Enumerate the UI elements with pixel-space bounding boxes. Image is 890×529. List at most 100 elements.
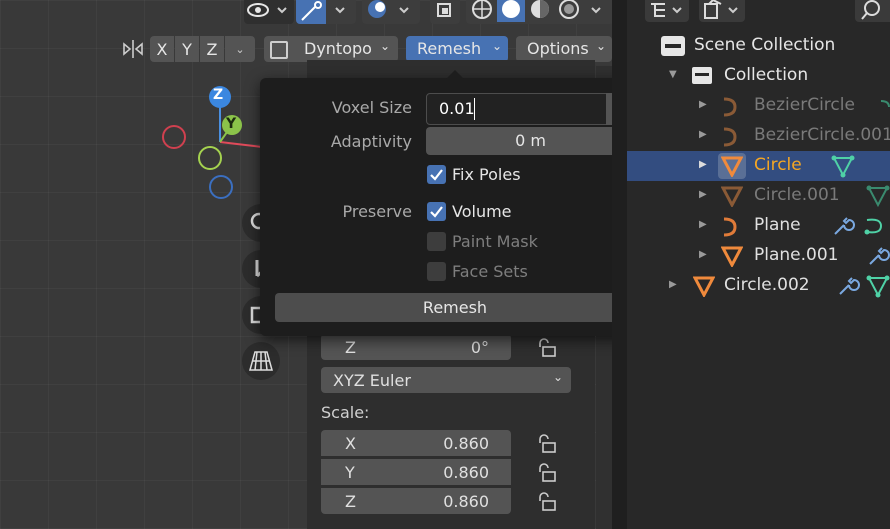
- volume-checkbox[interactable]: [427, 202, 446, 221]
- outliner-item-plane-001[interactable]: ▶ Plane.001: [627, 241, 890, 271]
- shading-modes[interactable]: [466, 0, 614, 24]
- navigation-gizmo[interactable]: [150, 80, 270, 210]
- grid-icon: [249, 351, 273, 371]
- search-icon: [861, 0, 880, 20]
- chevron-down-icon: ⌄: [235, 42, 245, 56]
- xray-icon: [437, 3, 451, 17]
- adaptivity-value: 0 m: [515, 131, 546, 150]
- lock-icon[interactable]: [537, 463, 557, 485]
- chevron-down-icon: ⌄: [552, 370, 563, 384]
- chevron-down-icon: ⌄: [596, 39, 607, 53]
- expand-triangle-icon[interactable]: ▶: [669, 279, 677, 290]
- expand-triangle-icon[interactable]: ▶: [699, 249, 707, 260]
- paint-mask-label: Paint Mask: [452, 232, 538, 251]
- adaptivity-slider[interactable]: 0 m: [426, 127, 635, 155]
- mesh-icon: [721, 156, 743, 177]
- expand-triangle-icon[interactable]: ▶: [699, 219, 707, 230]
- collection-row[interactable]: ▼ Collection: [627, 61, 890, 91]
- volume-label: Volume: [452, 202, 512, 221]
- lock-icon[interactable]: [537, 434, 557, 456]
- voxel-size-label: Voxel Size: [331, 98, 412, 117]
- outliner-item-label: BezierCircle: [754, 95, 855, 115]
- scale-y-value: 0.860: [443, 463, 489, 482]
- outliner-item-beziercircle[interactable]: ▶ BezierCircle: [627, 91, 890, 121]
- mesh-data-icon[interactable]: [831, 154, 855, 178]
- perspective-toggle-button[interactable]: [242, 342, 280, 380]
- dyntopo-button[interactable]: Dyntopo ⌄: [264, 36, 398, 62]
- xray-toggle[interactable]: [430, 0, 460, 24]
- overlay-toggle[interactable]: [362, 0, 420, 24]
- search-button[interactable]: [855, 0, 890, 22]
- preserve-label: Preserve: [342, 202, 412, 221]
- wrench-icon[interactable]: [836, 274, 860, 298]
- expand-triangle-icon[interactable]: ▼: [669, 69, 677, 80]
- visibility-dropdown[interactable]: [244, 0, 294, 24]
- outliner-item-label: Circle.002: [724, 275, 810, 295]
- gizmo-z-label: Z: [213, 87, 224, 103]
- scale-y-label: Y: [345, 463, 355, 482]
- text-cursor: [474, 98, 475, 120]
- symmetry-dropdown[interactable]: ⌄: [225, 36, 255, 62]
- collection-label: Collection: [724, 65, 809, 85]
- rotation-mode-value: XYZ Euler: [333, 371, 411, 390]
- adaptivity-label: Adaptivity: [330, 132, 412, 151]
- dyntopo-checkbox[interactable]: [270, 41, 288, 59]
- gizmo-toggle[interactable]: [296, 0, 358, 24]
- expand-triangle-icon[interactable]: ▶: [699, 129, 707, 140]
- scale-heading: Scale:: [321, 403, 370, 422]
- face-sets-checkbox[interactable]: [427, 262, 446, 281]
- options-menu-button[interactable]: Options ⌄: [516, 36, 612, 62]
- remesh-menu-button[interactable]: Remesh ⌄: [406, 36, 508, 62]
- outliner-item-label: Circle.001: [754, 185, 840, 205]
- outliner-item-circle-002[interactable]: ▶ Circle.002: [627, 271, 890, 301]
- remesh-button[interactable]: Remesh: [275, 293, 635, 322]
- filter-dropdown[interactable]: [699, 0, 745, 22]
- fix-poles-checkbox[interactable]: [427, 165, 446, 184]
- expand-triangle-icon[interactable]: ▶: [699, 159, 707, 170]
- mesh-data-icon[interactable]: [866, 184, 890, 208]
- mesh-icon: [693, 276, 715, 297]
- scene-collection-row[interactable]: Scene Collection: [627, 31, 890, 61]
- outliner-item-beziercircle-001[interactable]: ▶ BezierCircle.001: [627, 121, 890, 151]
- voxel-size-input[interactable]: 0.01: [426, 93, 608, 125]
- lock-icon[interactable]: [537, 492, 557, 514]
- symmetry-x-button[interactable]: X: [150, 36, 174, 62]
- symmetry-y-button[interactable]: Y: [175, 36, 199, 62]
- curve-data-icon[interactable]: [861, 214, 887, 238]
- scale-x-value: 0.860: [443, 434, 489, 453]
- face-sets-label: Face Sets: [452, 262, 528, 281]
- expand-triangle-icon[interactable]: ▶: [699, 189, 707, 200]
- eye-icon: [247, 3, 287, 17]
- rotation-mode-select[interactable]: XYZ Euler ⌄: [321, 367, 571, 393]
- gizmo-y-label: Y: [226, 116, 237, 132]
- symmetry-z-button[interactable]: Z: [200, 36, 224, 62]
- scale-z-field[interactable]: Z 0.860: [321, 488, 511, 514]
- display-mode-dropdown[interactable]: [645, 0, 689, 22]
- lock-icon[interactable]: [537, 338, 557, 360]
- curve-icon: [723, 97, 737, 117]
- scale-x-field[interactable]: X 0.860: [321, 430, 511, 456]
- paint-mask-checkbox[interactable]: [427, 232, 446, 251]
- wrench-icon[interactable]: [831, 214, 855, 238]
- outliner-item-plane[interactable]: ▶ Plane: [627, 211, 890, 241]
- curve-data-icon[interactable]: [879, 97, 890, 115]
- area-divider[interactable]: [612, 0, 627, 529]
- collection-icon: [692, 67, 712, 84]
- remesh-button-label: Remesh: [422, 298, 488, 317]
- scale-y-field[interactable]: Y 0.860: [321, 459, 511, 485]
- outliner-item-circle-001[interactable]: ▶ Circle.001: [627, 181, 890, 211]
- scale-x-label: X: [345, 434, 356, 453]
- shading-icons: [472, 0, 601, 22]
- mesh-data-icon[interactable]: [866, 274, 890, 298]
- outliner-item-circle[interactable]: ▶ Circle: [627, 151, 890, 181]
- scene-collection-icon: [661, 36, 685, 56]
- wrench-icon[interactable]: [866, 244, 890, 268]
- rotation-z-field[interactable]: Z 0°: [321, 334, 511, 360]
- expand-triangle-icon[interactable]: ▶: [699, 99, 707, 110]
- popover-arrow: [446, 70, 464, 79]
- outliner-item-label: Circle: [754, 155, 802, 175]
- rotation-z-value: 0°: [470, 338, 489, 357]
- scale-z-value: 0.860: [443, 492, 489, 511]
- remesh-popover: Voxel Size 0.01 Adaptivity 0 m Fix Poles…: [260, 78, 648, 336]
- symmetry-icon: [123, 40, 143, 58]
